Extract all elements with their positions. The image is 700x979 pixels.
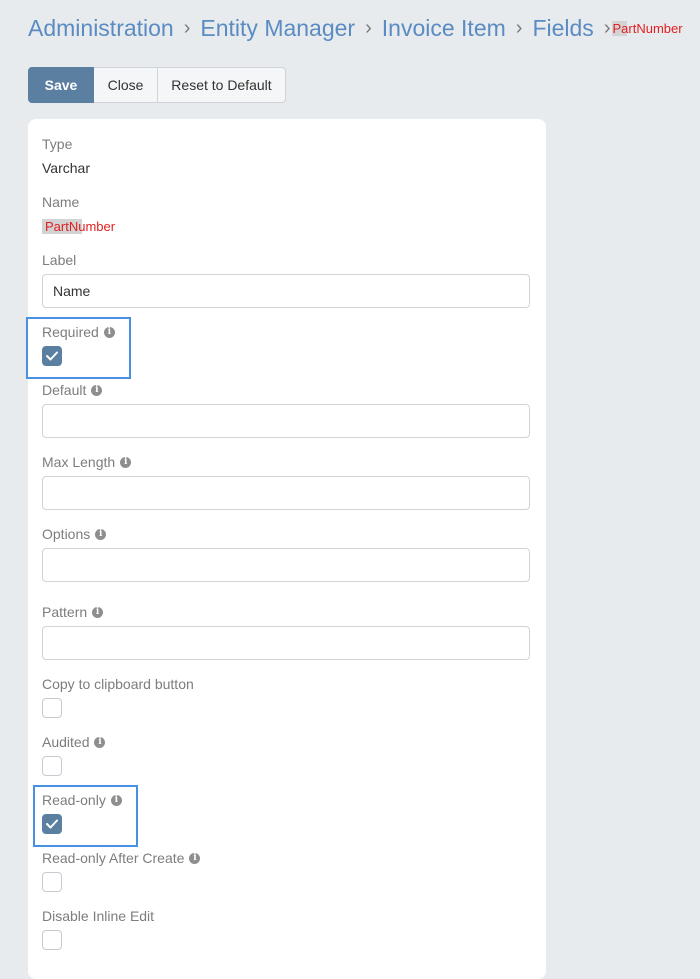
read-only-after-create-label: Read-only After Create i (42, 850, 201, 866)
type-label-text: Type (42, 136, 73, 152)
info-icon[interactable]: i (120, 456, 132, 468)
disable-inline-edit-label: Disable Inline Edit (42, 908, 154, 924)
pattern-label: Pattern i (42, 604, 104, 620)
name-value: PartNumber (42, 219, 116, 234)
breadcrumb-entity-manager[interactable]: Entity Manager (200, 15, 355, 42)
copy-to-clipboard-label-text: Copy to clipboard button (42, 676, 194, 692)
read-only-highlight-box (33, 785, 138, 847)
options-label: Options i (42, 526, 107, 542)
chevron-right-icon: › (603, 16, 611, 39)
type-value: Varchar (42, 160, 90, 176)
audited-label-text: Audited (42, 734, 90, 750)
audited-checkbox[interactable] (42, 756, 62, 776)
info-icon[interactable]: i (189, 852, 201, 864)
save-button[interactable]: Save (28, 67, 94, 103)
disable-inline-edit-label-text: Disable Inline Edit (42, 908, 155, 924)
label-field-label: Label (42, 252, 76, 268)
options-label-text: Options (42, 526, 91, 542)
max-length-label: Max Length i (42, 454, 132, 470)
reset-to-default-button[interactable]: Reset to Default (158, 67, 286, 103)
field-edit-panel: Type Varchar Name PartNumber Label Name … (28, 119, 546, 979)
label-field-label-text: Label (42, 252, 77, 268)
options-input[interactable] (42, 548, 530, 582)
chevron-right-icon: › (515, 16, 523, 39)
breadcrumb-invoice-item[interactable]: Invoice Item (382, 15, 506, 42)
breadcrumb-fields[interactable]: Fields (532, 15, 593, 42)
info-icon[interactable]: i (92, 606, 104, 618)
default-label: Default i (42, 382, 103, 398)
chevron-right-icon: › (183, 16, 191, 39)
type-label: Type (42, 136, 72, 152)
info-icon[interactable]: i (91, 384, 103, 396)
info-icon[interactable]: i (95, 528, 107, 540)
breadcrumb: Administration › Entity Manager › Invoic… (28, 12, 683, 44)
copy-to-clipboard-label: Copy to clipboard button (42, 676, 194, 692)
max-length-label-text: Max Length (42, 454, 116, 470)
audited-label: Audited i (42, 734, 106, 750)
name-label-text: Name (42, 194, 80, 210)
default-input[interactable] (42, 404, 530, 438)
pattern-input[interactable] (42, 626, 530, 660)
default-label-text: Default (42, 382, 87, 398)
max-length-input[interactable] (42, 476, 530, 510)
pattern-label-text: Pattern (42, 604, 88, 620)
close-button[interactable]: Close (94, 67, 158, 103)
read-only-after-create-checkbox[interactable] (42, 872, 62, 892)
required-highlight-box (26, 317, 131, 379)
disable-inline-edit-checkbox[interactable] (42, 930, 62, 950)
chevron-right-icon: › (365, 16, 372, 39)
breadcrumb-current: PartNumber (612, 20, 683, 36)
breadcrumb-administration[interactable]: Administration (28, 15, 174, 42)
read-only-after-create-label-text: Read-only After Create (42, 850, 185, 866)
label-input[interactable]: Name (42, 274, 530, 308)
copy-to-clipboard-checkbox[interactable] (42, 698, 62, 718)
toolbar: Save Close Reset to Default (28, 67, 286, 103)
name-label: Name (42, 194, 79, 210)
info-icon[interactable]: i (94, 736, 106, 748)
